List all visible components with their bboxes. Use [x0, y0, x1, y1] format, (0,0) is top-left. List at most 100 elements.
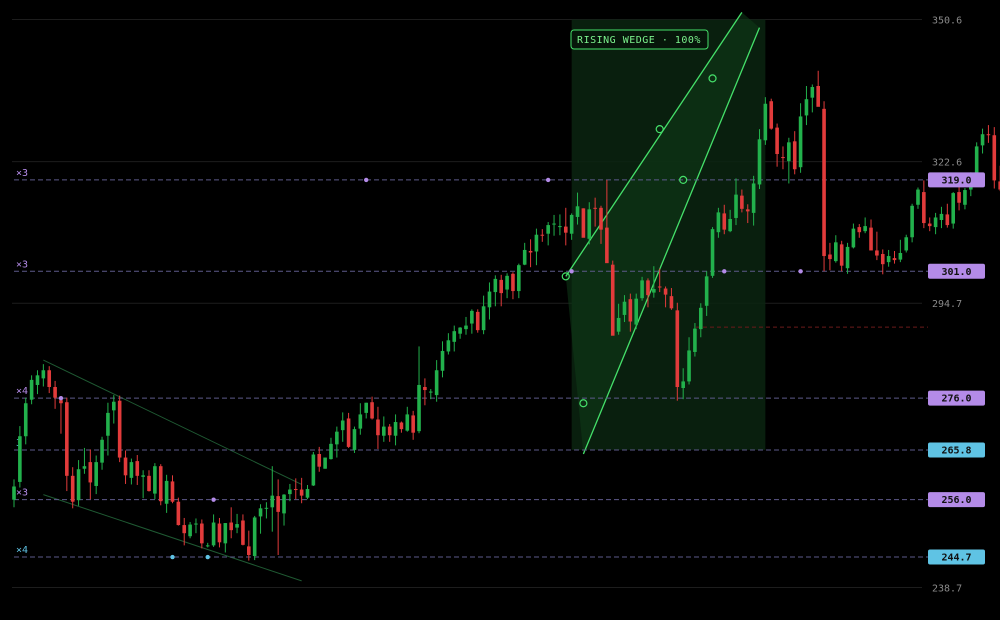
- candle-body: [704, 276, 709, 306]
- candle: [857, 224, 862, 238]
- candle-body: [346, 418, 351, 447]
- candle-body: [41, 370, 46, 379]
- candle-body: [663, 288, 668, 295]
- level-badge-text: 244.7: [941, 553, 971, 564]
- candle-body: [845, 246, 850, 269]
- candle-body: [370, 402, 374, 419]
- pattern-label: RISING WEDGE · 100%: [570, 29, 709, 50]
- touch-dot: [205, 554, 210, 560]
- candle-body: [23, 403, 28, 437]
- level-badge-text: 276.0: [941, 394, 971, 405]
- candle: [352, 426, 357, 453]
- touch-dot: [58, 395, 64, 401]
- candle: [170, 475, 175, 504]
- candle-body: [728, 218, 732, 232]
- candle: [241, 514, 245, 546]
- candle-body: [188, 524, 192, 537]
- level-badges: 319.0 301.0 276.0 265.8 256.0 244.7: [928, 172, 985, 565]
- candle-body: [828, 254, 832, 260]
- candle-body: [428, 391, 433, 393]
- candle-body: [446, 340, 451, 352]
- touch-dot: [364, 177, 369, 183]
- grid-lines: [12, 19, 922, 588]
- candle: [223, 523, 228, 553]
- candle: [540, 229, 545, 242]
- candle-body: [634, 298, 639, 325]
- candle-body: [252, 517, 257, 557]
- candle-body: [100, 439, 104, 463]
- candle: [822, 101, 826, 272]
- candle-body: [335, 431, 339, 445]
- candle-body: [18, 436, 22, 482]
- y-tick-label: 350.6: [932, 16, 962, 27]
- candle: [892, 250, 897, 264]
- candle-body: [640, 280, 644, 299]
- candle-body: [59, 400, 63, 404]
- candle-body: [493, 278, 498, 293]
- candle: [317, 446, 322, 472]
- candle: [82, 447, 87, 474]
- candle-body: [751, 183, 756, 213]
- candle: [428, 389, 433, 400]
- candle: [851, 223, 856, 249]
- candle: [117, 395, 122, 463]
- candle-body: [94, 462, 98, 486]
- candle: [534, 228, 539, 266]
- touch-dot: [545, 177, 551, 183]
- candle-body: [205, 545, 210, 547]
- candle: [552, 214, 556, 236]
- candle-body: [575, 206, 580, 217]
- candle-body: [957, 192, 961, 203]
- candle-body: [305, 489, 310, 498]
- y-tick-label: 294.7: [932, 299, 962, 310]
- candle: [945, 203, 950, 228]
- candle-body: [417, 384, 421, 432]
- candle-body: [288, 489, 292, 495]
- candle: [59, 396, 63, 434]
- candle: [29, 375, 34, 405]
- candle-body: [423, 386, 427, 391]
- candle-body: [740, 195, 744, 209]
- candle-body: [880, 254, 885, 265]
- candle-body: [329, 443, 333, 460]
- candle-body: [393, 422, 398, 436]
- candle: [904, 234, 909, 253]
- candle: [399, 421, 404, 433]
- candle-body: [276, 496, 280, 512]
- candle: [129, 458, 134, 485]
- candle: [963, 188, 967, 210]
- candle-body: [217, 523, 222, 543]
- candle: [528, 239, 533, 268]
- candle: [252, 515, 257, 561]
- candle: [12, 479, 16, 508]
- candle-body: [710, 229, 715, 276]
- candle-body: [499, 279, 504, 294]
- candle: [247, 530, 251, 561]
- candle: [511, 272, 515, 300]
- candle-body: [863, 226, 867, 232]
- candle: [176, 497, 181, 526]
- candle-body: [681, 381, 685, 389]
- candle: [810, 84, 815, 113]
- candle: [194, 518, 198, 534]
- candle-body: [675, 310, 680, 387]
- candle-body: [317, 454, 322, 467]
- touch-dot: [798, 269, 803, 274]
- candle: [916, 187, 920, 209]
- candle: [387, 424, 392, 442]
- candle-body: [511, 273, 515, 292]
- candle: [135, 455, 140, 485]
- candle: [76, 460, 81, 506]
- candle-body: [522, 249, 527, 265]
- candle-body: [129, 462, 134, 478]
- candle: [816, 70, 820, 107]
- candle-body: [939, 213, 944, 221]
- candle: [886, 249, 891, 267]
- candle-body: [869, 227, 873, 251]
- candle: [458, 327, 462, 339]
- candle-body: [299, 489, 304, 496]
- candle-body: [687, 350, 691, 382]
- candle-body: [35, 375, 40, 385]
- candle-body: [563, 226, 568, 233]
- candle: [834, 235, 838, 263]
